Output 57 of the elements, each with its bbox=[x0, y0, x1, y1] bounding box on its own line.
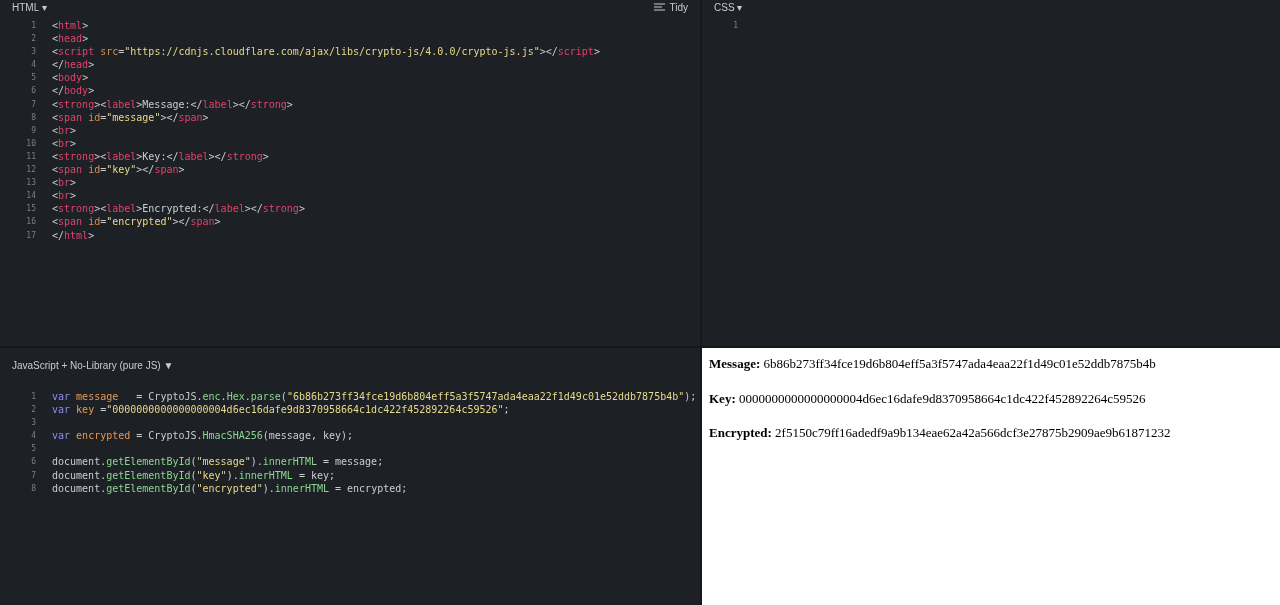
code-line: <span id="message"></span> bbox=[51, 110, 209, 124]
code-line: document.getElementById("key").innerHTML = key; bbox=[51, 468, 335, 482]
code-line: </html> bbox=[51, 228, 95, 242]
line-number: 16 bbox=[25, 216, 37, 229]
line-number: 1 bbox=[732, 20, 739, 32]
code-line: <html> bbox=[51, 19, 89, 33]
code-line: <strong><label>Message:</label></strong> bbox=[51, 97, 293, 111]
code-line: <br> bbox=[51, 123, 77, 137]
code-line: var encrypted = CryptoJS.HmacSHA256(message, key); bbox=[51, 429, 354, 443]
code-line: <head> bbox=[51, 32, 89, 46]
line-number: 14 bbox=[25, 190, 37, 203]
code-line: </body> bbox=[51, 84, 95, 98]
line-number: 1 bbox=[30, 20, 37, 32]
line-number: 2 bbox=[30, 404, 37, 417]
code-line: var message = CryptoJS.enc.Hex.parse("6b86b273ff34fce19d6b804eff5a3f5747ada4eaa22f1d49c01e52ddb7875b4b"); bbox=[51, 390, 697, 404]
output-line: Message: 6b86b273ff34fce19d6b804eff5a3f5747ada4eaa22f1d49c01e52ddb7875b4b bbox=[709, 355, 1157, 373]
code-line: </head> bbox=[51, 58, 95, 72]
line-number: 8 bbox=[30, 111, 37, 124]
code-line: <strong><label>Key:</label></strong> bbox=[51, 149, 269, 164]
line-number: 5 bbox=[30, 443, 37, 456]
code-line: <span id="key"></span> bbox=[51, 163, 185, 177]
line-number: 6 bbox=[30, 456, 37, 469]
output-line: Key: 0000000000000000004d6ec16dafe9d8370958664c1dc422f452892264c59526 bbox=[709, 389, 1147, 408]
line-number: 2 bbox=[30, 33, 37, 46]
tidy-button[interactable]: Tidy bbox=[654, 0, 688, 15]
line-number: 3 bbox=[30, 46, 37, 59]
line-number: 17 bbox=[25, 229, 37, 242]
code-line: var key ="0000000000000000004d6ec16dafe9d8370958664c1dc422f452892264c59526"; bbox=[51, 403, 510, 417]
code-line: <span id="encrypted"></span> bbox=[51, 215, 221, 229]
line-number: 5 bbox=[30, 72, 37, 85]
line-number: 4 bbox=[30, 59, 37, 72]
code-line: <body> bbox=[51, 71, 89, 85]
panel-language-selector[interactable]: HTML ▾ bbox=[12, 0, 47, 15]
code-line: document.getElementById("message").innerHTML = message; bbox=[51, 455, 384, 469]
line-number: 3 bbox=[30, 417, 37, 430]
line-number: 12 bbox=[25, 164, 37, 177]
output-line: Encrypted: 2f5150c79ff16adedf9a9b134eae62a42a566dcf3e27875b2909ae9b61871232 bbox=[709, 424, 1172, 442]
line-number: 7 bbox=[30, 469, 37, 482]
code-line: document.getElementById("encrypted").innerHTML = encrypted; bbox=[51, 481, 408, 495]
line-number: 15 bbox=[25, 203, 37, 216]
code-line: <br> bbox=[51, 176, 77, 190]
lines-icon bbox=[654, 3, 666, 11]
line-number: 13 bbox=[25, 177, 37, 190]
line-number: 8 bbox=[30, 482, 37, 495]
code-line: <script src="https://cdnjs.cloudflare.com/ajax/libs/crypto-js/4.0.0/crypto-js.js"></script> bbox=[51, 45, 600, 59]
code-line: <br> bbox=[51, 136, 77, 150]
panel-language-selector[interactable]: JavaScript + No-Library (pure JS) ▼ bbox=[12, 357, 174, 373]
code-line: <strong><label>Encrypted:</label></strong> bbox=[51, 202, 305, 216]
line-number: 1 bbox=[30, 391, 37, 403]
code-line: <br> bbox=[51, 189, 77, 203]
line-number: 6 bbox=[30, 85, 37, 98]
panel-language-selector[interactable]: CSS ▾ bbox=[714, 0, 743, 15]
line-number: 11 bbox=[25, 150, 37, 163]
line-number: 4 bbox=[30, 430, 37, 443]
line-number: 9 bbox=[30, 124, 37, 137]
line-number: 7 bbox=[30, 98, 37, 111]
line-number: 10 bbox=[25, 137, 37, 150]
